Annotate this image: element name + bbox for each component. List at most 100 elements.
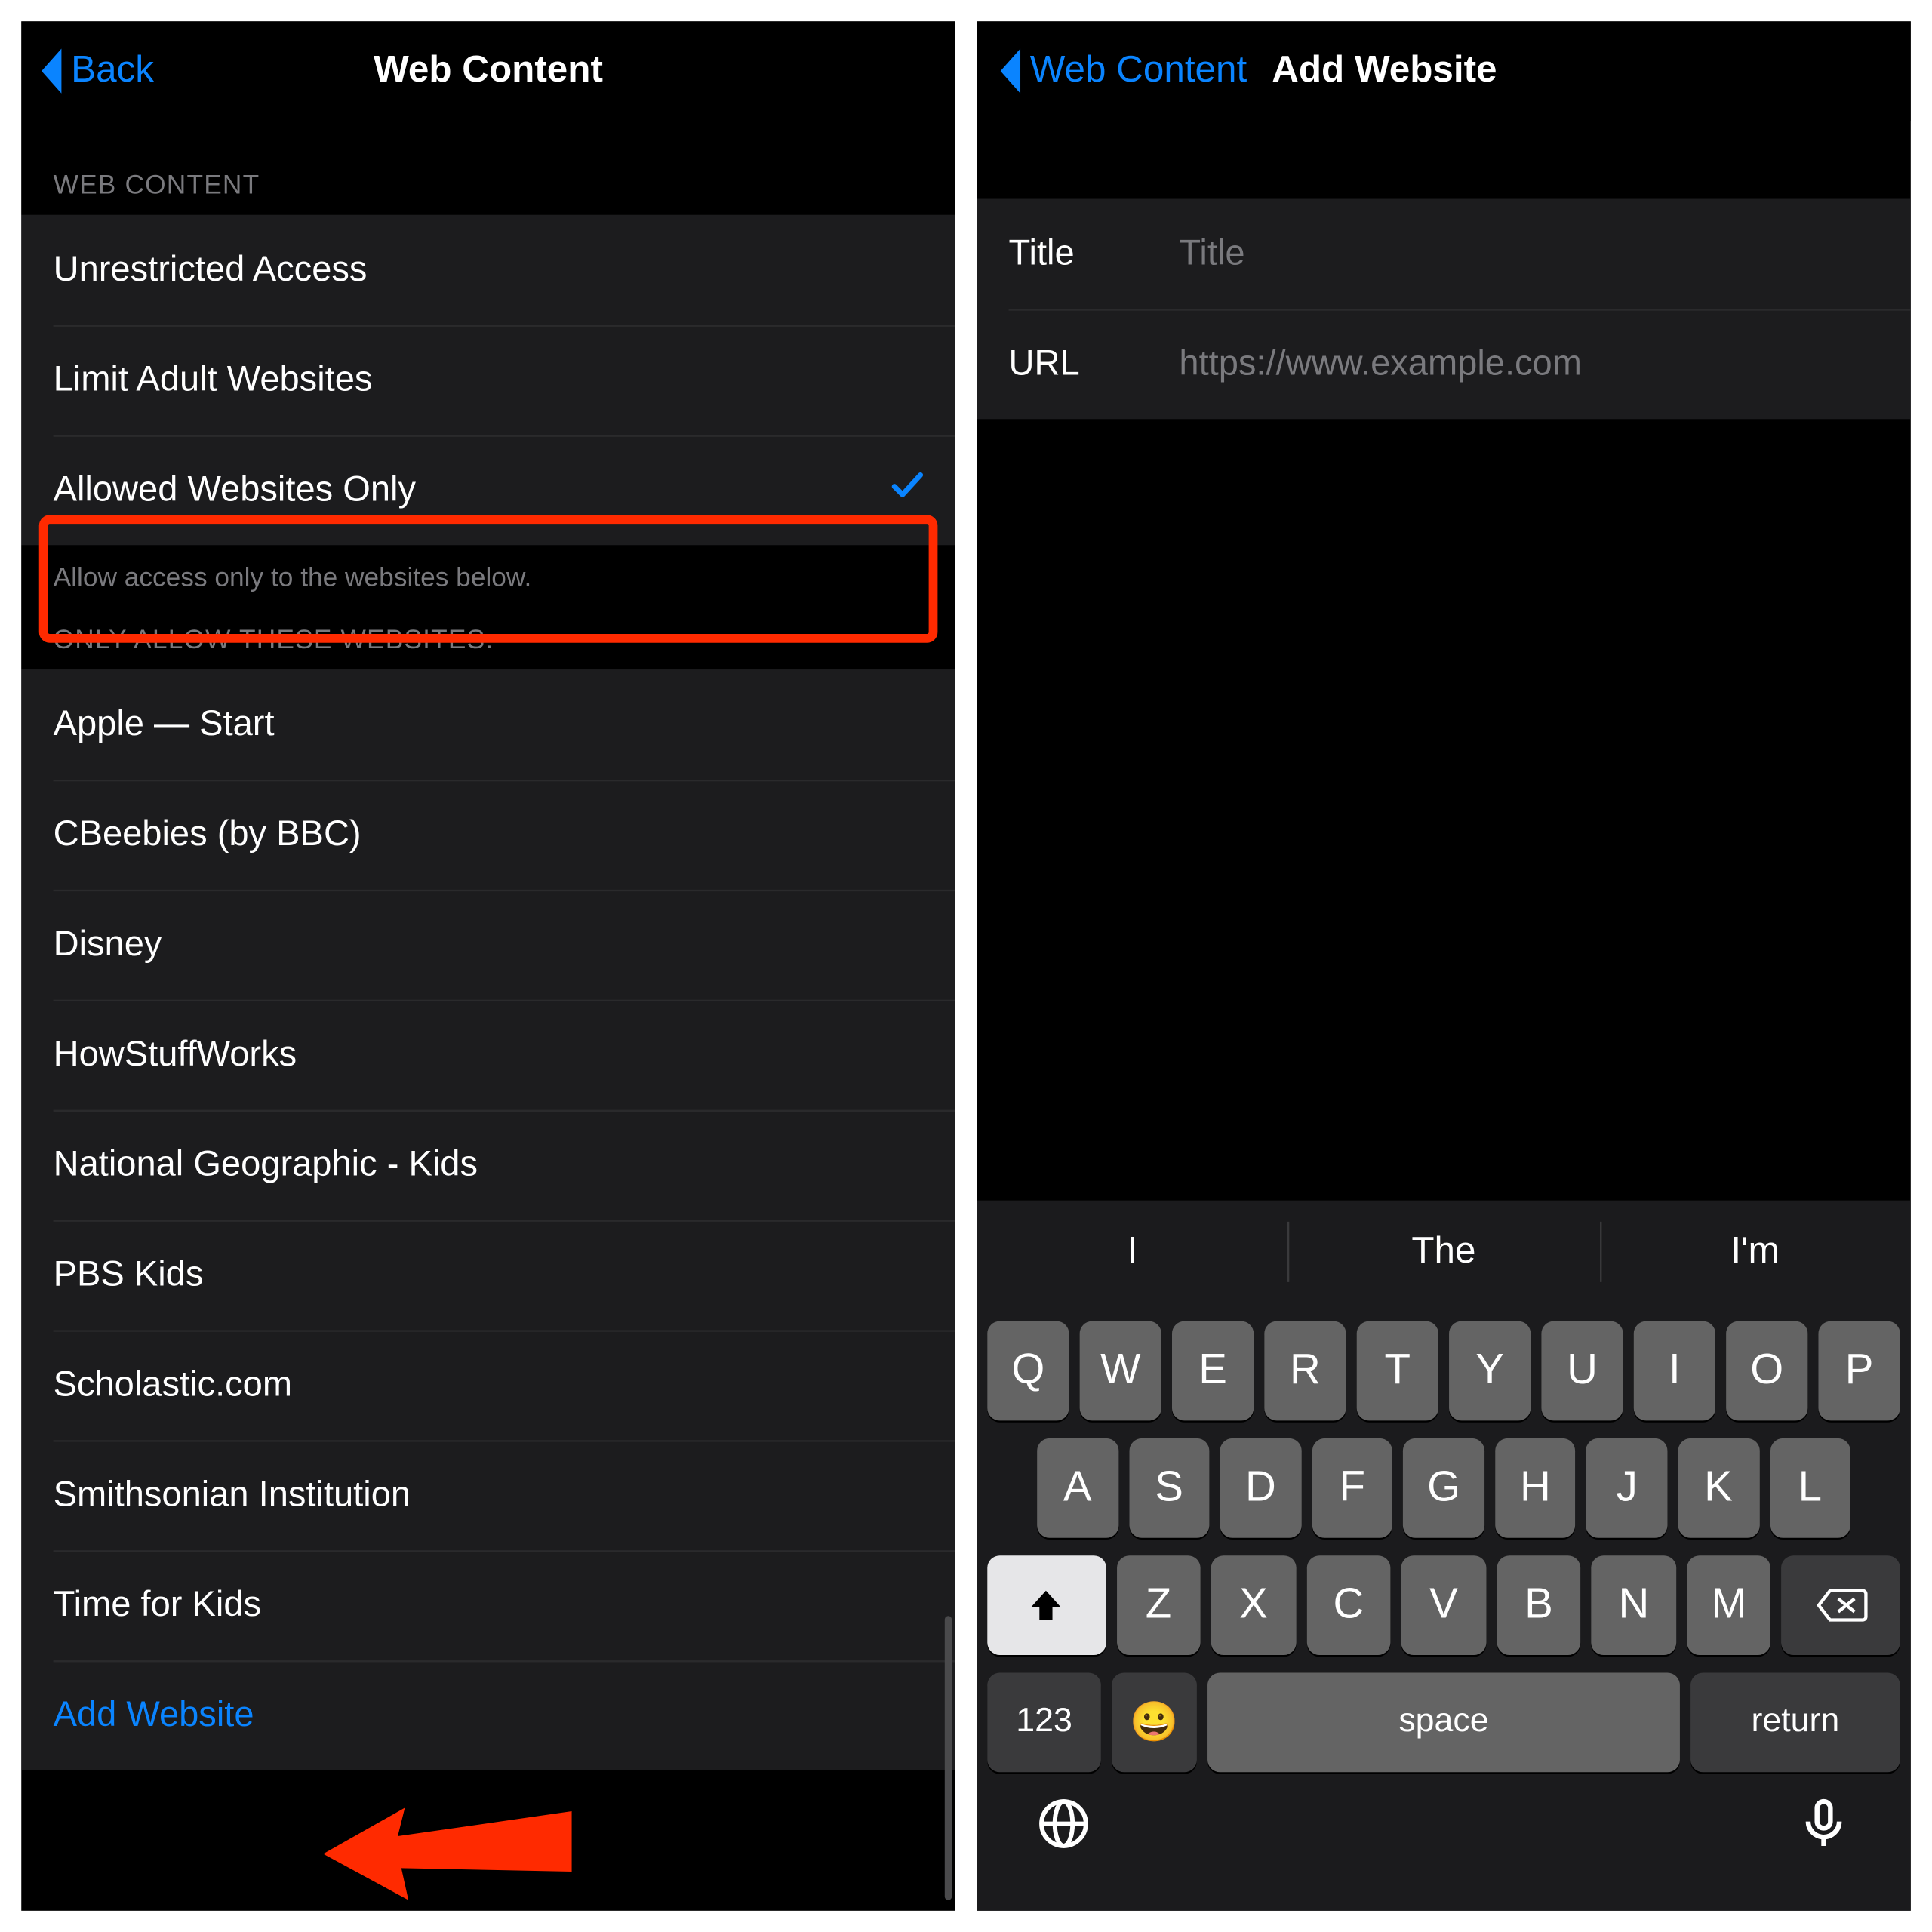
sites-group: Apple — Start CBeebies (by BBC) Disney H… — [21, 669, 955, 1770]
key-e[interactable]: E — [1172, 1321, 1254, 1421]
add-website-row[interactable]: Add Website — [21, 1660, 955, 1770]
key-i[interactable]: I — [1634, 1321, 1715, 1421]
key-w[interactable]: W — [1080, 1321, 1161, 1421]
option-allowed-only[interactable]: Allowed Websites Only — [21, 435, 955, 545]
site-label: PBS Kids — [54, 1254, 204, 1295]
section-header-allow: ONLY ALLOW THESE WEBSITES: — [21, 608, 955, 669]
suggestion[interactable]: I — [977, 1201, 1288, 1303]
suggestion-text: I — [1128, 1231, 1138, 1273]
checkmark-icon — [888, 465, 928, 515]
backspace-icon — [1814, 1586, 1868, 1625]
key-space[interactable]: space — [1208, 1673, 1680, 1773]
key-b[interactable]: B — [1497, 1555, 1581, 1655]
page-title: Web Content — [21, 50, 955, 92]
key-o[interactable]: O — [1726, 1321, 1807, 1421]
site-label: CBeebies (by BBC) — [54, 814, 361, 855]
option-label: Allowed Websites Only — [54, 469, 416, 510]
site-label: Disney — [54, 924, 162, 965]
scrollbar[interactable] — [945, 1616, 952, 1900]
key-m[interactable]: M — [1687, 1555, 1771, 1655]
site-row[interactable]: CBeebies (by BBC) — [21, 780, 955, 890]
url-label: URL — [1009, 343, 1180, 384]
section-header-web-content: WEB CONTENT — [21, 121, 955, 215]
options-group: Unrestricted Access Limit Adult Websites… — [21, 215, 955, 546]
key-l[interactable]: L — [1770, 1438, 1850, 1538]
site-row[interactable]: Scholastic.com — [21, 1330, 955, 1440]
key-shift[interactable] — [987, 1555, 1106, 1655]
key-r[interactable]: R — [1264, 1321, 1346, 1421]
key-k[interactable]: K — [1678, 1438, 1758, 1538]
key-f[interactable]: F — [1312, 1438, 1392, 1538]
back-label: Web Content — [1030, 50, 1247, 92]
key-c[interactable]: C — [1306, 1555, 1391, 1655]
keyboard: I The I'm Q W E R T Y U I O P A S D F — [977, 1201, 1911, 1911]
key-j[interactable]: J — [1586, 1438, 1667, 1538]
title-label: Title — [1009, 233, 1180, 274]
site-row[interactable]: National Geographic - Kids — [21, 1110, 955, 1220]
suggestion[interactable]: I'm — [1599, 1201, 1911, 1303]
nav-bar: Back Web Content — [21, 21, 955, 121]
url-input[interactable] — [1179, 343, 1878, 384]
site-row[interactable]: Time for Kids — [21, 1550, 955, 1660]
site-label: National Geographic - Kids — [54, 1145, 478, 1186]
key-t[interactable]: T — [1357, 1321, 1438, 1421]
key-u[interactable]: U — [1541, 1321, 1623, 1421]
key-p[interactable]: P — [1818, 1321, 1900, 1421]
site-label: Smithsonian Institution — [54, 1475, 411, 1515]
mic-icon[interactable] — [1797, 1797, 1850, 1859]
key-y[interactable]: Y — [1449, 1321, 1531, 1421]
url-field-row: URL — [977, 309, 1911, 419]
key-emoji[interactable]: 😀 — [1112, 1673, 1197, 1773]
panel-web-content: Back Web Content WEB CONTENT Unrestricte… — [21, 21, 955, 1911]
keyboard-footer — [977, 1772, 1911, 1859]
key-numbers[interactable]: 123 — [987, 1673, 1101, 1773]
site-row[interactable]: Disney — [21, 890, 955, 1000]
form-group: Title URL — [977, 199, 1911, 420]
key-v[interactable]: V — [1401, 1555, 1486, 1655]
site-label: Time for Kids — [54, 1585, 261, 1626]
back-label: Back — [71, 50, 154, 92]
suggestion[interactable]: The — [1288, 1201, 1600, 1303]
suggestion-text: I'm — [1730, 1231, 1779, 1273]
site-label: HowStuffWorks — [54, 1035, 297, 1075]
key-s[interactable]: S — [1128, 1438, 1209, 1538]
title-input[interactable] — [1179, 233, 1878, 274]
back-button[interactable]: Web Content — [995, 46, 1247, 96]
key-return[interactable]: return — [1690, 1673, 1900, 1773]
section-footer: Allow access only to the websites below. — [21, 545, 955, 607]
title-field-row: Title — [977, 199, 1911, 309]
site-label: Scholastic.com — [54, 1364, 292, 1405]
option-limit-adult[interactable]: Limit Adult Websites — [21, 325, 955, 435]
panel-add-website: Web Content Add Website Title URL I The … — [977, 21, 1911, 1911]
page-title: Add Website — [1272, 50, 1497, 92]
option-unrestricted[interactable]: Unrestricted Access — [21, 215, 955, 325]
chevron-left-icon — [995, 46, 1026, 96]
key-d[interactable]: D — [1220, 1438, 1301, 1538]
suggestion-bar: I The I'm — [977, 1201, 1911, 1303]
option-label: Limit Adult Websites — [54, 359, 373, 400]
key-row-2: A S D F G H J K L — [977, 1438, 1911, 1538]
add-website-label: Add Website — [54, 1695, 254, 1736]
key-z[interactable]: Z — [1116, 1555, 1201, 1655]
option-label: Unrestricted Access — [54, 250, 368, 291]
suggestion-text: The — [1411, 1231, 1475, 1273]
key-row-3: Z X C V B N M — [977, 1555, 1911, 1655]
globe-icon[interactable] — [1037, 1797, 1091, 1859]
back-button[interactable]: Back — [35, 46, 154, 96]
key-q[interactable]: Q — [987, 1321, 1069, 1421]
annotation-arrow — [323, 1776, 571, 1903]
site-row[interactable]: Apple — Start — [21, 669, 955, 780]
nav-bar: Web Content Add Website — [977, 21, 1911, 121]
key-row-4: 123 😀 space return — [977, 1673, 1911, 1773]
key-row-1: Q W E R T Y U I O P — [977, 1321, 1911, 1421]
key-h[interactable]: H — [1495, 1438, 1576, 1538]
key-n[interactable]: N — [1592, 1555, 1676, 1655]
site-row[interactable]: Smithsonian Institution — [21, 1440, 955, 1550]
site-row[interactable]: PBS Kids — [21, 1220, 955, 1331]
site-row[interactable]: HowStuffWorks — [21, 1000, 955, 1110]
key-g[interactable]: G — [1403, 1438, 1484, 1538]
key-a[interactable]: A — [1037, 1438, 1118, 1538]
key-x[interactable]: X — [1211, 1555, 1296, 1655]
chevron-left-icon — [35, 46, 67, 96]
key-backspace[interactable] — [1782, 1555, 1900, 1655]
